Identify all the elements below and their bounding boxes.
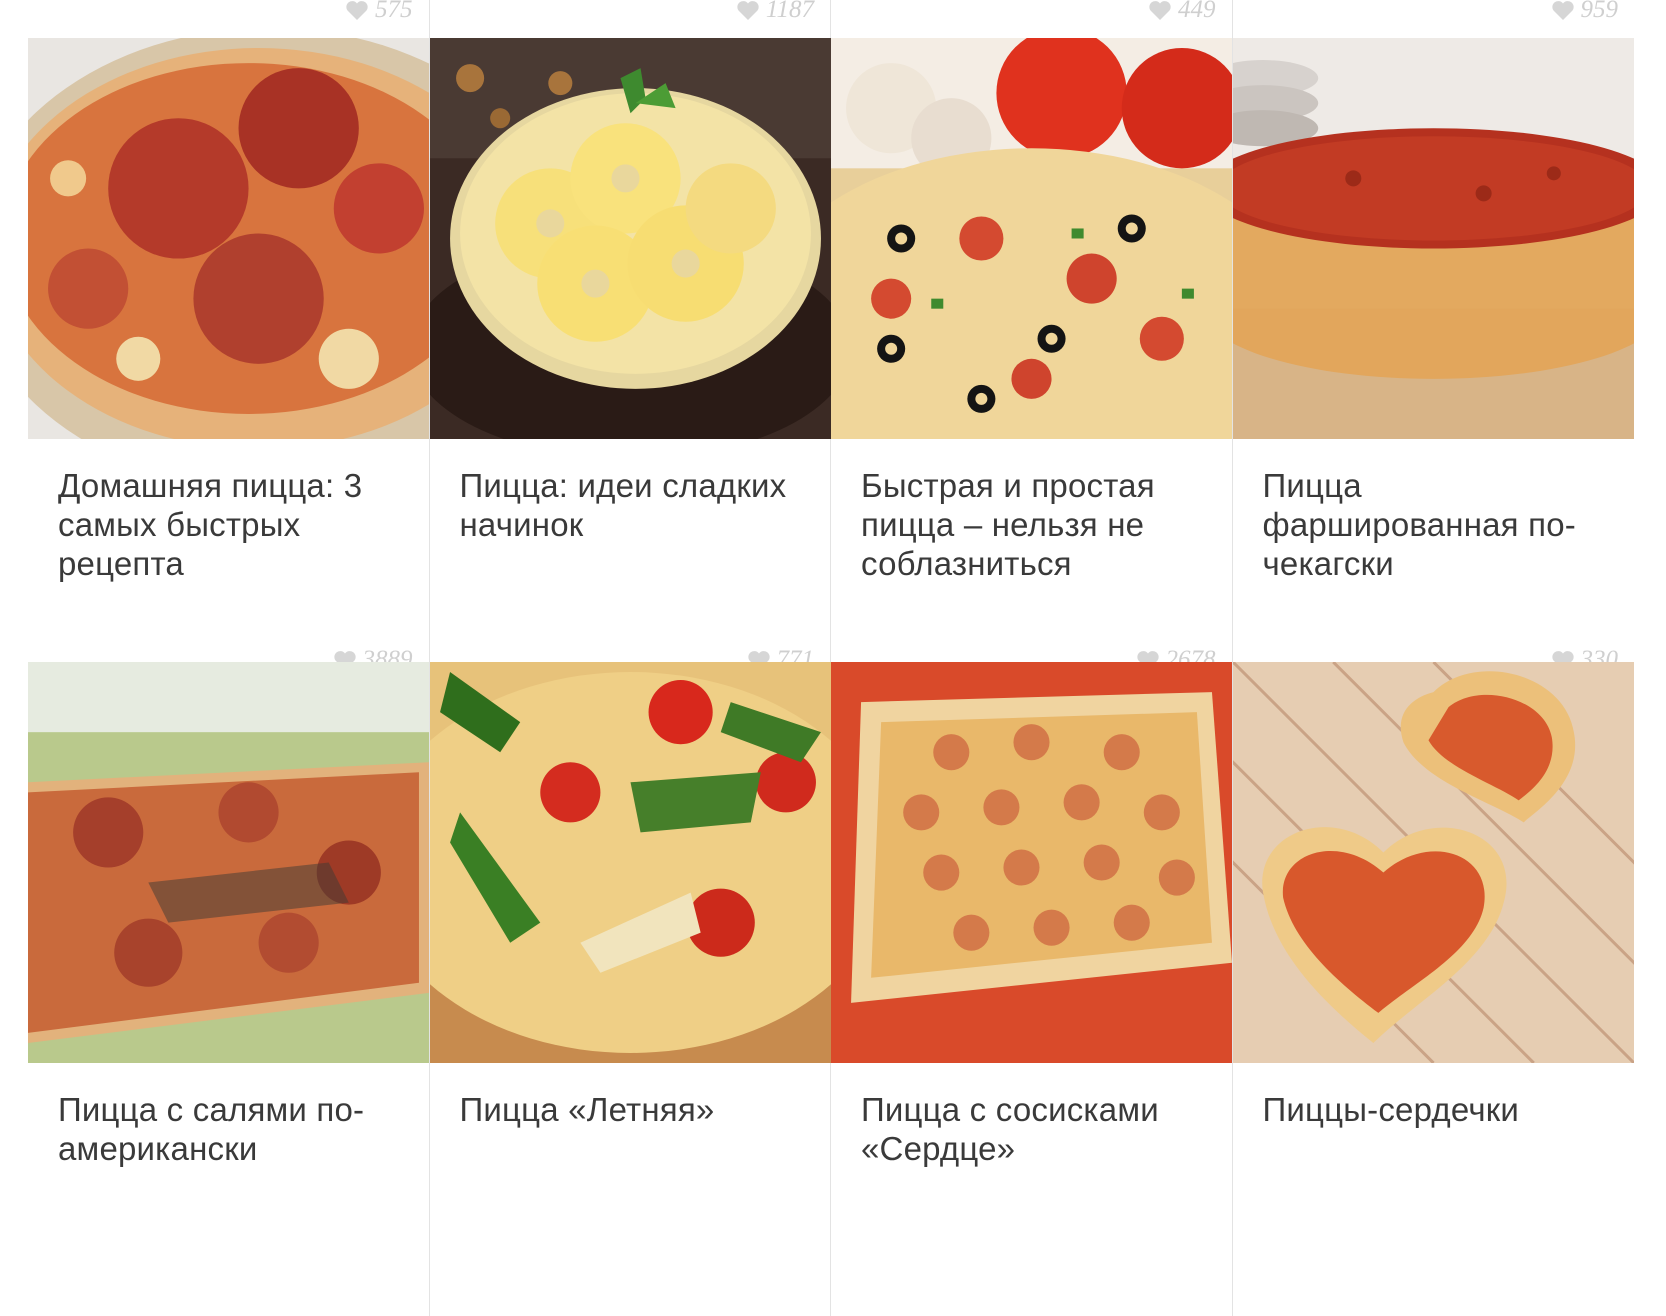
recipe-card[interactable]: Пицца «Летняя» <box>429 654 831 1316</box>
recipe-title[interactable]: Пицца с салями по-американски <box>58 1090 409 1168</box>
pineapple-pizza-photo[interactable] <box>429 38 831 439</box>
recipe-card[interactable]: Пицца с сосисками «Сердце» <box>831 654 1233 1316</box>
likes-count: 1187 <box>765 0 814 23</box>
likes-count: 449 <box>1178 0 1216 23</box>
recipe-card[interactable]: 1187 Пицца: идеи сладких начинок 771 <box>429 0 831 673</box>
recipe-title[interactable]: Пицца: идеи сладких начинок <box>460 466 811 544</box>
heart-icon <box>1148 0 1172 21</box>
recipe-title[interactable]: Домашняя пицца: 3 самых быстрых рецепта <box>58 466 409 583</box>
recipe-card[interactable]: 575 Домашняя пицца: 3 самых быстрых реце… <box>28 0 430 673</box>
recipe-card[interactable]: Пиццы-сердечки <box>1232 654 1635 1316</box>
recipe-card[interactable]: 959 Пицца фаршированная по-чекагски 330 <box>1232 0 1635 673</box>
recipe-card[interactable]: Пицца с салями по-американски <box>28 654 430 1316</box>
pepperoni-pizza-photo[interactable] <box>28 38 429 439</box>
recipe-grid: 575 Домашняя пицца: 3 самых быстрых реце… <box>28 0 1634 1316</box>
heart-icon <box>1551 0 1575 21</box>
sausage-pizza-photo[interactable] <box>831 662 1232 1063</box>
recipe-title[interactable]: Пицца «Летняя» <box>460 1090 811 1129</box>
heart-icon <box>736 0 760 21</box>
likes-count: 959 <box>1580 0 1619 23</box>
salami-pizza-photo[interactable] <box>28 662 429 1063</box>
likes-counter[interactable]: 449 <box>1148 0 1216 28</box>
deep-dish-pizza-photo[interactable] <box>1232 38 1634 439</box>
recipe-title[interactable]: Пицца фаршированная по-чекагски <box>1263 466 1615 583</box>
recipe-title[interactable]: Быстрая и простая пицца – нельзя не собл… <box>861 466 1212 583</box>
olive-pizza-photo[interactable] <box>831 38 1232 439</box>
summer-pizza-photo[interactable] <box>429 662 831 1063</box>
heart-pizza-photo[interactable] <box>1232 662 1634 1063</box>
recipe-card[interactable]: 449 Быстрая и простая пицца – нельзя не … <box>831 0 1233 673</box>
heart-icon <box>345 0 369 21</box>
likes-counter[interactable]: 959 <box>1551 0 1619 28</box>
recipe-title[interactable]: Пиццы-сердечки <box>1263 1090 1615 1129</box>
likes-counter[interactable]: 575 <box>345 0 413 28</box>
likes-counter[interactable]: 1187 <box>736 0 814 28</box>
likes-count: 575 <box>375 0 413 23</box>
recipe-title[interactable]: Пицца с сосисками «Сердце» <box>861 1090 1212 1168</box>
